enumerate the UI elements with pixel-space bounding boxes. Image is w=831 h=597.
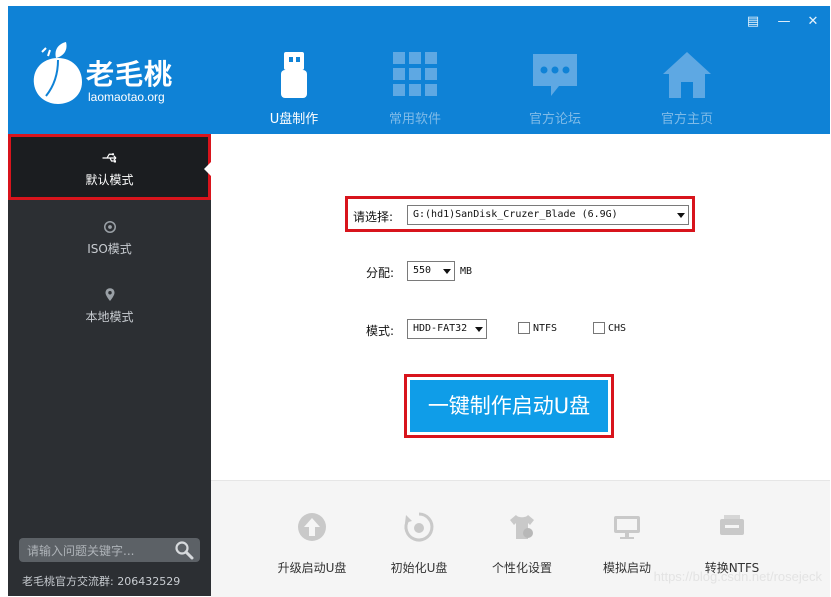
shirt-icon: [510, 515, 534, 539]
usb-symbol-icon: [102, 153, 116, 163]
make-button-highlight: 一键制作启动U盘: [404, 374, 614, 438]
main-panel: 请选择: G:(hd1)SanDisk_Cruzer_Blade (6.9G) …: [211, 134, 830, 480]
app-window: 老毛桃 laomaotao.org 默认模式 ISO模式 本地模式 请输入问题关…: [0, 0, 831, 597]
disc-icon: [103, 221, 116, 233]
chevron-down-icon: [443, 269, 451, 274]
chs-checkbox[interactable]: [593, 322, 605, 334]
search-input[interactable]: [25, 540, 169, 562]
menu-icon[interactable]: ▤: [745, 14, 761, 30]
chs-label: CHS: [608, 323, 627, 334]
ntfs-label: NTFS: [533, 323, 558, 334]
tab-label: 官方主页: [660, 112, 713, 127]
search-box: [19, 538, 200, 562]
tab-label: 官方论坛: [528, 112, 581, 127]
brand-domain: laomaotao.org: [88, 90, 165, 104]
tab-common-software[interactable]: 常用软件: [367, 50, 463, 134]
alloc-select[interactable]: 550: [407, 261, 455, 281]
tab-official-forum[interactable]: 官方论坛: [507, 50, 603, 134]
mode-label: 模式:: [366, 324, 395, 338]
alloc-unit: MB: [460, 266, 473, 277]
logo-area: 老毛桃 laomaotao.org: [8, 6, 211, 134]
sidebar-item-label: 本地模式: [85, 310, 134, 324]
search-icon[interactable]: [174, 540, 194, 560]
make-bootable-usb-button[interactable]: 一键制作启动U盘: [410, 380, 608, 432]
watermark-text: https://blog.csdn.net/rosejeck: [653, 569, 822, 584]
close-icon[interactable]: ✕: [805, 14, 821, 30]
grid-apps-icon: [393, 52, 437, 96]
tool-upgrade-usb[interactable]: 升级启动U盘: [267, 511, 357, 576]
device-label: 请选择:: [353, 210, 394, 224]
upgrade-icon: [298, 513, 326, 541]
tool-label: 个性化设置: [491, 561, 552, 575]
tab-usb-make[interactable]: U盘制作: [246, 50, 342, 134]
device-select[interactable]: G:(hd1)SanDisk_Cruzer_Blade (6.9G): [407, 205, 689, 225]
qq-group-text: 老毛桃官方交流群: 206432529: [22, 575, 181, 588]
tab-official-home[interactable]: 官方主页: [639, 50, 735, 134]
ntfs-icon: [720, 515, 744, 535]
mode-select[interactable]: HDD-FAT32: [407, 319, 487, 339]
alloc-label: 分配:: [366, 266, 395, 280]
location-pin-icon: [105, 288, 114, 301]
header-bar: ▤ — ✕ U盘制作 常用软件 官方论坛 官方主页: [211, 6, 830, 134]
tools-bar: 升级启动U盘 初始化U盘 个性化设置 模拟启动 转换NTFS https://b…: [211, 480, 830, 597]
tool-init-usb[interactable]: 初始化U盘: [374, 511, 464, 576]
chevron-down-icon: [677, 213, 685, 218]
device-select-value: G:(hd1)SanDisk_Cruzer_Blade (6.9G): [413, 209, 618, 220]
minimize-icon[interactable]: —: [776, 14, 792, 30]
tool-label: 初始化U盘: [390, 561, 448, 575]
tool-simulate-boot[interactable]: 模拟启动: [582, 511, 672, 576]
format-icon: [404, 512, 434, 542]
tool-convert-ntfs[interactable]: 转换NTFS: [687, 511, 777, 576]
peach-logo-icon: [33, 42, 82, 104]
tool-label: 升级启动U盘: [277, 561, 347, 575]
chevron-down-icon: [475, 327, 483, 332]
tool-personalize[interactable]: 个性化设置: [477, 511, 567, 576]
alloc-select-value: 550: [413, 265, 432, 276]
sidebar-item-local-mode[interactable]: 本地模式: [8, 286, 211, 352]
home-icon: [663, 52, 711, 98]
tab-label: U盘制作: [269, 112, 319, 127]
mode-select-value: HDD-FAT32: [413, 323, 468, 334]
sidebar: 老毛桃 laomaotao.org 默认模式 ISO模式 本地模式 请输入问题关…: [8, 6, 211, 596]
sidebar-item-label: ISO模式: [87, 242, 132, 256]
monitor-icon: [614, 516, 640, 539]
tab-label: 常用软件: [388, 112, 441, 127]
sidebar-item-iso-mode[interactable]: ISO模式: [8, 218, 211, 284]
ntfs-checkbox[interactable]: [518, 322, 530, 334]
brand-name: 老毛桃: [86, 58, 174, 91]
sidebar-item-default-mode[interactable]: 默认模式: [8, 134, 211, 200]
usb-drive-icon: [281, 52, 307, 98]
chat-bubble-icon: [533, 54, 577, 96]
sidebar-item-label: 默认模式: [85, 173, 134, 187]
